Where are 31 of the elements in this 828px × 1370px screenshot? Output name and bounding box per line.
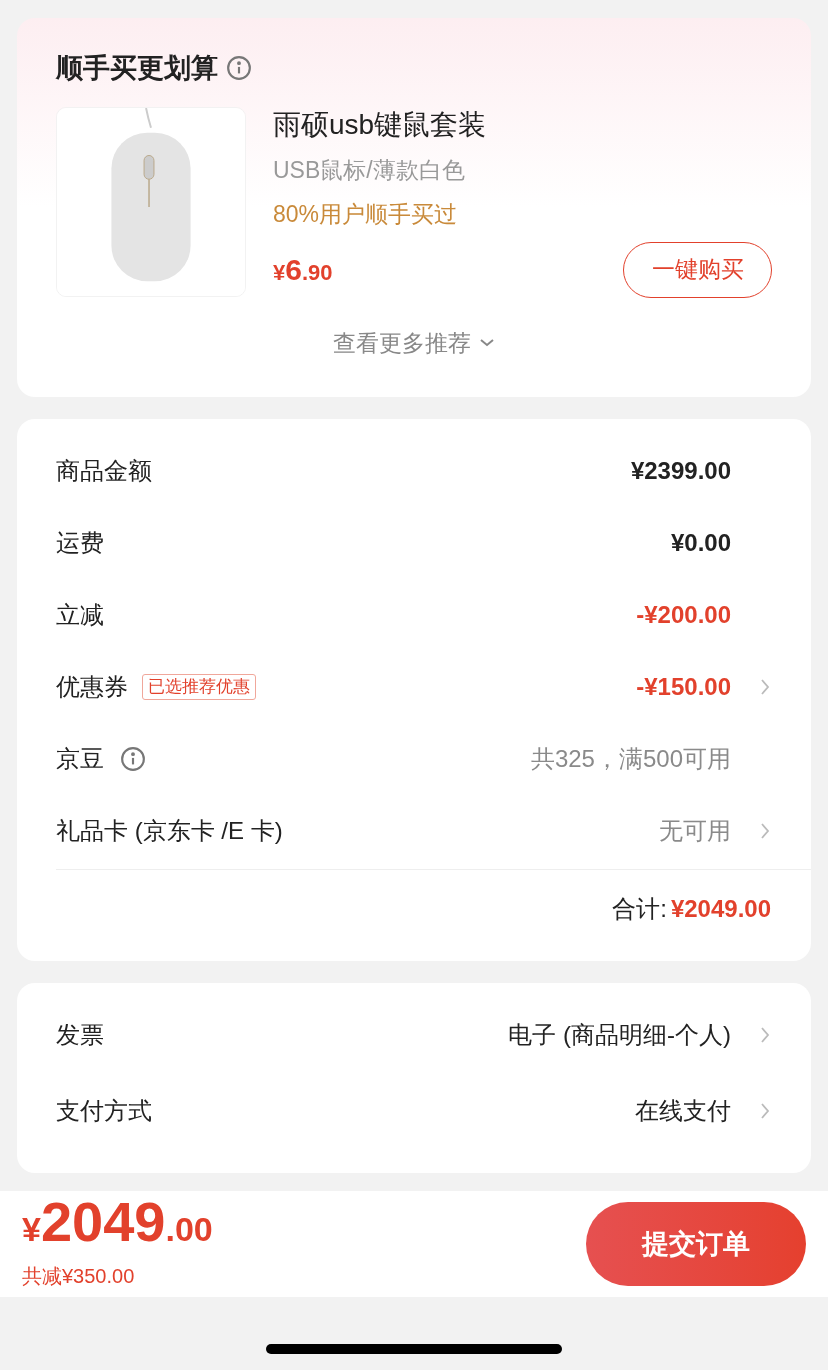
product-price: ¥6.90 [273, 252, 333, 288]
row-value: ¥2399.00 [630, 456, 731, 486]
more-recommendations-link[interactable]: 查看更多推荐 [333, 325, 495, 360]
row-value: 共325，满500可用 [530, 744, 731, 774]
info-icon[interactable] [120, 746, 146, 772]
row-value: 无可用 [659, 816, 731, 846]
option-label: 发票 [56, 1020, 104, 1050]
submit-order-button[interactable]: 提交订单 [586, 1202, 806, 1286]
row-label: 商品金额 [56, 456, 152, 486]
savings-text: 共减¥350.00 [22, 1264, 136, 1289]
option-label: 支付方式 [56, 1096, 152, 1126]
row-label: 优惠券 [56, 672, 128, 702]
chevron-down-icon [479, 337, 495, 348]
row-label: 运费 [56, 528, 104, 558]
section-title: 顺手买更划算 [56, 52, 218, 85]
purchase-stat: 80%用户顺手买过 [273, 200, 459, 229]
row-value: ¥0.00 [670, 528, 731, 558]
row-value: -¥150.00 [636, 672, 731, 702]
info-icon[interactable] [226, 55, 252, 82]
coupon-tag: 已选推荐优惠 [142, 674, 256, 700]
total-value: ¥2049.00 [670, 893, 771, 924]
row-value: -¥200.00 [636, 600, 731, 630]
product-name: 雨硕usb键鼠套装 [273, 107, 488, 142]
option-value[interactable]: 电子 (商品明细-个人) [508, 1017, 731, 1053]
total-label: 合计: [612, 893, 667, 924]
product-variant: USB鼠标/薄款白色 [273, 155, 466, 185]
option-value[interactable]: 在线支付 [635, 1093, 731, 1129]
row-label: 礼品卡 (京东卡 /E 卡) [56, 816, 283, 846]
row-label: 京豆 [56, 744, 104, 774]
total-price: ¥2049.00 [22, 1197, 213, 1255]
row-label: 立减 [56, 600, 104, 630]
